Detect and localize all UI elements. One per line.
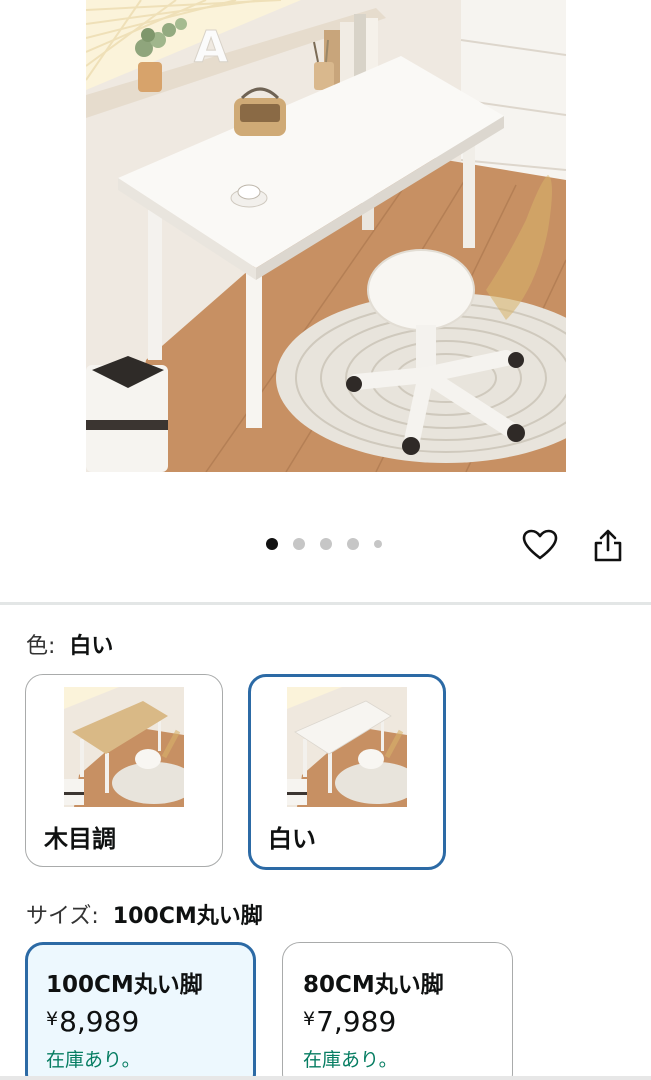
size-option-label: 100CM丸い脚 bbox=[46, 972, 203, 998]
carousel-indicator[interactable] bbox=[266, 538, 397, 550]
size-label: サイズ: 100CM丸い脚 bbox=[26, 898, 263, 930]
size-option-price: ¥7,989 bbox=[303, 1005, 396, 1038]
currency-symbol: ¥ bbox=[303, 1008, 316, 1030]
color-label: 色: 白い bbox=[26, 628, 113, 660]
size-label-name: サイズ: bbox=[26, 904, 99, 929]
section-divider bbox=[0, 602, 651, 605]
color-thumbnail bbox=[287, 687, 407, 807]
carousel-dot[interactable] bbox=[293, 538, 305, 550]
share-button[interactable] bbox=[588, 525, 628, 565]
svg-text:A: A bbox=[194, 22, 228, 73]
color-option-label: 木目調 bbox=[44, 825, 116, 853]
size-option-100cm[interactable]: 100CM丸い脚 ¥8,989 在庫あり。 bbox=[25, 942, 256, 1080]
heart-outline-icon bbox=[522, 529, 558, 560]
color-thumbnail bbox=[64, 687, 184, 807]
carousel-dot[interactable] bbox=[347, 538, 359, 550]
color-option-wood[interactable]: 木目調 bbox=[25, 674, 223, 867]
size-option-80cm[interactable]: 80CM丸い脚 ¥7,989 在庫あり。 bbox=[282, 942, 513, 1080]
product-image[interactable]: A bbox=[86, 0, 566, 472]
color-selected-value: 白い bbox=[69, 634, 114, 659]
carousel-dot[interactable] bbox=[374, 540, 382, 548]
favorite-button[interactable] bbox=[520, 525, 560, 565]
carousel-dot[interactable] bbox=[266, 538, 278, 550]
color-option-white[interactable]: 白い bbox=[248, 674, 446, 870]
size-option-label: 80CM丸い脚 bbox=[303, 972, 444, 998]
color-option-label: 白い bbox=[268, 825, 316, 853]
color-label-name: 色: bbox=[26, 634, 56, 659]
price-value: 8,989 bbox=[59, 1005, 140, 1038]
currency-symbol: ¥ bbox=[46, 1008, 59, 1030]
carousel-dot[interactable] bbox=[320, 538, 332, 550]
price-value: 7,989 bbox=[316, 1005, 397, 1038]
stock-status: 在庫あり。 bbox=[46, 1049, 141, 1071]
share-icon bbox=[594, 529, 622, 562]
size-selected-value: 100CM丸い脚 bbox=[112, 904, 263, 929]
size-option-price: ¥8,989 bbox=[46, 1005, 139, 1038]
stock-status: 在庫あり。 bbox=[303, 1049, 398, 1071]
bottom-divider bbox=[0, 1076, 651, 1080]
